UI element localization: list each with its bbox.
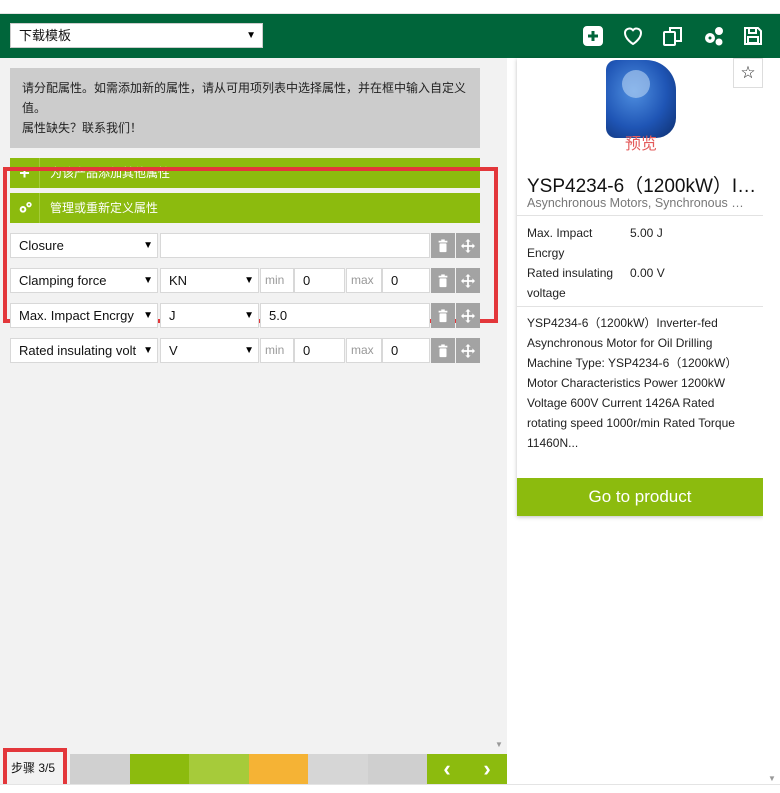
attribute-value: 5.0 xyxy=(269,308,288,323)
max-input[interactable]: 0 xyxy=(382,268,430,293)
attribute-row: Closure ▼ xyxy=(10,233,480,258)
min-value: 0 xyxy=(303,343,311,358)
info-missing-text: 属性缺失？联系我们！ xyxy=(22,121,143,135)
step-segment-3 xyxy=(189,754,249,784)
spec-value: 5.00 J xyxy=(630,226,663,240)
attribute-value-input[interactable]: 5.0 xyxy=(260,303,430,328)
unit-select[interactable]: V ▼ xyxy=(160,338,259,363)
spec-key-line: voltage xyxy=(527,286,566,300)
spec-key-line: Rated insulating xyxy=(527,266,614,280)
attribute-name-select[interactable]: Clamping force ▼ xyxy=(10,268,158,293)
divider xyxy=(517,306,763,307)
trash-icon[interactable] xyxy=(431,233,455,258)
trash-icon[interactable] xyxy=(431,338,455,363)
spec-key: Max. Impact Encrgy xyxy=(527,223,627,263)
attribute-name: Rated insulating volt xyxy=(19,343,137,358)
max-value: 0 xyxy=(391,343,399,358)
chevron-down-icon: ▼ xyxy=(143,275,153,286)
save-icon[interactable] xyxy=(740,21,766,51)
right-scrollbar[interactable]: ▼ xyxy=(763,58,780,784)
min-label: min xyxy=(260,338,294,363)
attribute-name-select[interactable]: Rated insulating volt ▼ xyxy=(10,338,158,363)
min-input[interactable]: 0 xyxy=(294,268,345,293)
chevron-left-icon[interactable]: ‹ xyxy=(427,754,467,784)
step-segment-2 xyxy=(130,754,189,784)
copy-icon[interactable] xyxy=(660,21,686,51)
attribute-row: Rated insulating volt ▼ V ▼ min 0 max 0 xyxy=(10,338,480,363)
bottom-strip xyxy=(0,784,780,793)
max-label: max xyxy=(346,268,382,293)
attribute-value-input[interactable] xyxy=(160,233,430,258)
info-box: 请分配属性。如需添加新的属性，请从可用项列表中选择属性，并在框中输入自定义值。 … xyxy=(10,68,480,148)
scroll-down-icon[interactable]: ▼ xyxy=(495,740,503,749)
spec-key-line: Max. Impact xyxy=(527,226,593,240)
motor-image-highlight xyxy=(622,70,650,98)
product-thumbnail[interactable]: 预览 xyxy=(604,60,678,153)
unit-value: V xyxy=(169,343,178,358)
scroll-down-icon[interactable]: ▼ xyxy=(768,774,776,783)
unit-value: J xyxy=(169,308,176,323)
min-value: 0 xyxy=(303,273,311,288)
move-icon[interactable] xyxy=(456,268,480,293)
max-value: 0 xyxy=(391,273,399,288)
product-description: YSP4234-6（1200kW）Inverter-fed Asynchrono… xyxy=(527,316,738,450)
chevron-right-icon[interactable]: › xyxy=(467,754,507,784)
move-icon[interactable] xyxy=(456,303,480,328)
preview-label: 预览 xyxy=(624,136,657,153)
info-text: 请分配属性。如需添加新的属性，请从可用项列表中选择属性，并在框中输入自定义值。 xyxy=(22,81,467,115)
attribute-name-select[interactable]: Closure ▼ xyxy=(10,233,158,258)
attribute-name: Closure xyxy=(19,238,64,253)
attribute-row: Max. Impact Encrgy ▼ J ▼ 5.0 xyxy=(10,303,480,328)
template-select[interactable]: 下载模板 ▼ xyxy=(10,23,263,48)
step-segment-5 xyxy=(308,754,368,784)
spec-row: Rated insulating voltage 0.00 V xyxy=(527,263,747,303)
step-indicator: 步骤 3/5 xyxy=(3,748,67,789)
toolbar-icons xyxy=(580,21,766,51)
attribute-name: Max. Impact Encrgy xyxy=(19,308,134,323)
chevron-down-icon: ▼ xyxy=(244,275,254,286)
toolbar: 下载模板 ▼ xyxy=(0,14,780,58)
divider xyxy=(517,215,763,216)
chevron-down-icon: ▼ xyxy=(244,310,254,321)
step-segment-6 xyxy=(368,754,427,784)
unit-select[interactable]: KN ▼ xyxy=(160,268,259,293)
gears-icon[interactable] xyxy=(700,21,726,51)
spec-key-line: Encrgy xyxy=(527,246,565,260)
chevron-down-icon: ▼ xyxy=(143,240,153,251)
chevron-down-icon: ▼ xyxy=(246,30,256,41)
move-icon[interactable] xyxy=(456,233,480,258)
attribute-name: Clamping force xyxy=(19,273,107,288)
step-segment-1 xyxy=(70,754,130,784)
trash-icon[interactable] xyxy=(431,303,455,328)
spec-value: 0.00 V xyxy=(630,266,665,280)
min-input[interactable]: 0 xyxy=(294,338,345,363)
max-input[interactable]: 0 xyxy=(382,338,430,363)
chevron-down-icon: ▼ xyxy=(141,339,153,362)
spec-key: Rated insulating voltage xyxy=(527,263,627,303)
product-categories: Asynchronous Motors, Synchronous Motors xyxy=(527,196,753,210)
left-scrollbar[interactable]: ▼ xyxy=(492,58,507,752)
trash-icon[interactable] xyxy=(431,268,455,293)
attribute-row: Clamping force ▼ KN ▼ min 0 max 0 xyxy=(10,268,480,293)
page-root: 下载模板 ▼ 请分配属性。如需添加新的属性，请从可用项列表中选择属性，并在框中输… xyxy=(0,0,780,793)
attribute-panel: 请分配属性。如需添加新的属性，请从可用项列表中选择属性，并在框中输入自定义值。 … xyxy=(0,58,507,752)
top-strip xyxy=(0,0,780,14)
product-title[interactable]: YSP4234-6（1200kW）Inverter-fed Asynchrono… xyxy=(527,171,757,198)
chevron-down-icon: ▼ xyxy=(143,310,153,321)
attribute-name-select[interactable]: Max. Impact Encrgy ▼ xyxy=(10,303,158,328)
plus-square-icon[interactable] xyxy=(580,21,606,51)
template-select-value: 下载模板 xyxy=(19,28,72,43)
step-segment-4 xyxy=(249,754,308,784)
go-to-product-button[interactable]: Go to product xyxy=(517,478,763,516)
min-label: min xyxy=(260,268,294,293)
max-label: max xyxy=(346,338,382,363)
spec-row: Max. Impact Encrgy 5.00 J xyxy=(527,223,747,263)
chevron-down-icon: ▼ xyxy=(244,345,254,356)
heart-icon[interactable] xyxy=(620,21,646,51)
unit-select[interactable]: J ▼ xyxy=(160,303,259,328)
star-icon[interactable]: ☆ xyxy=(733,58,763,88)
unit-value: KN xyxy=(169,273,188,288)
move-icon[interactable] xyxy=(456,338,480,363)
